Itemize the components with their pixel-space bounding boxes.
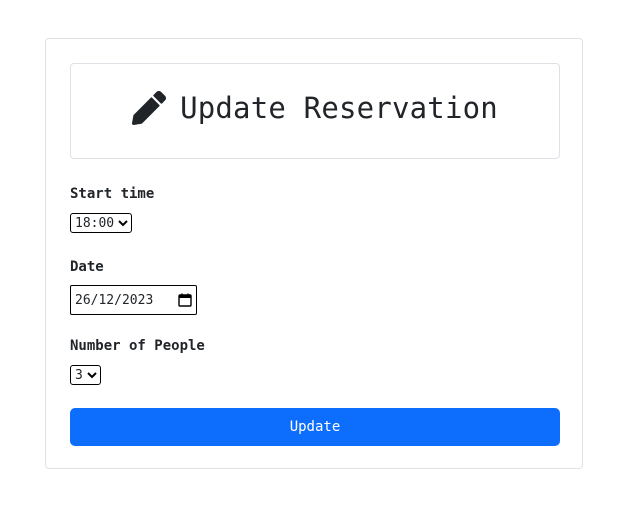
start-time-value: 18:00 <box>75 215 115 231</box>
reservation-card: Update Reservation Start time 18:00 Date… <box>45 38 583 469</box>
start-time-label: Start time <box>70 186 155 202</box>
start-time-select[interactable]: 18:00 <box>70 213 132 233</box>
pencil-icon <box>132 91 167 125</box>
people-select[interactable]: 3 <box>70 365 101 385</box>
chevron-down-icon <box>118 219 128 227</box>
header-content: Update Reservation <box>132 91 498 125</box>
date-input[interactable]: 26/12/2023 <box>70 285 197 315</box>
chevron-down-icon <box>87 371 97 379</box>
date-label: Date <box>70 259 104 275</box>
calendar-icon[interactable] <box>178 293 192 307</box>
page-title: Update Reservation <box>180 91 498 125</box>
people-label: Number of People <box>70 338 205 354</box>
people-value: 3 <box>75 367 83 383</box>
date-value: 26/12/2023 <box>75 292 154 308</box>
header-panel: Update Reservation <box>70 63 560 159</box>
update-button[interactable]: Update <box>70 408 560 446</box>
